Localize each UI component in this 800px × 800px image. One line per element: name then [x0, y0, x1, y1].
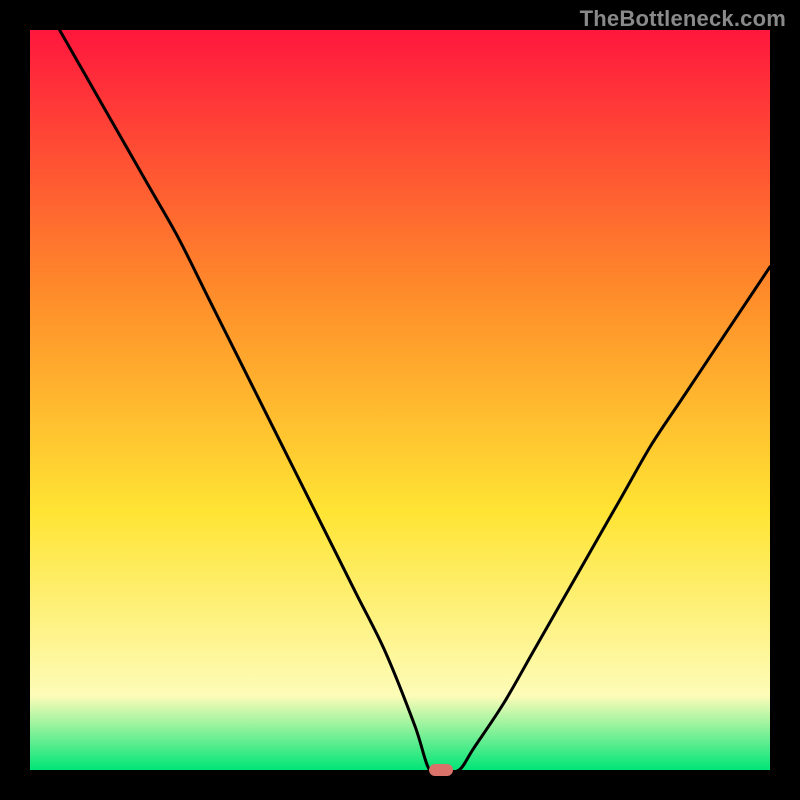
chart-svg: [30, 30, 770, 770]
chart-frame: TheBottleneck.com: [0, 0, 800, 800]
optimal-marker: [429, 764, 453, 776]
gradient-background: [30, 30, 770, 770]
watermark-text: TheBottleneck.com: [580, 6, 786, 32]
bottleneck-chart: [30, 30, 770, 770]
